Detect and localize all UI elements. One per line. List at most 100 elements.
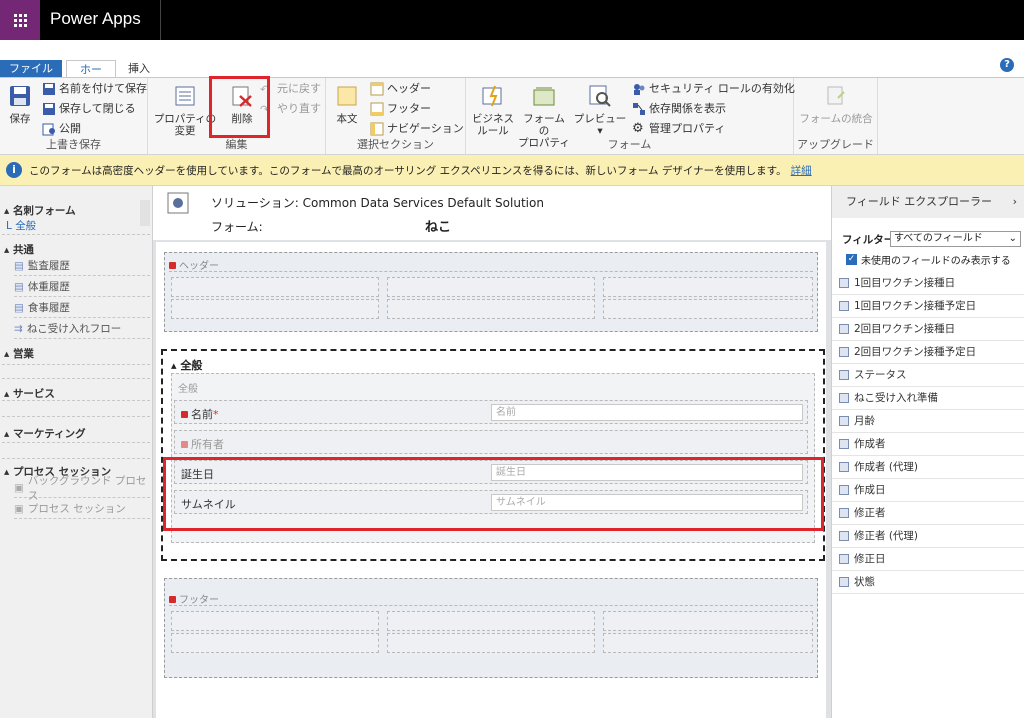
field-list-item[interactable]: ねこ受け入れ準備	[832, 387, 1024, 410]
nav-item-general[interactable]: L 全般	[6, 218, 36, 233]
group-label-save: 上書き保存	[46, 138, 101, 151]
checkbox-label: 未使用のフィールドのみ表示する	[861, 256, 1011, 267]
info-details-link[interactable]: 詳細	[791, 163, 812, 178]
merge-forms-icon	[827, 86, 845, 105]
field-list-item[interactable]: 月齢	[832, 410, 1024, 433]
preview-button[interactable]: プレビュー ▾	[572, 84, 628, 137]
header-button[interactable]: ヘッダー	[370, 81, 431, 97]
field-name-label: 名前	[191, 408, 213, 421]
field-list-item[interactable]: 作成日	[832, 479, 1024, 502]
chevron-right-icon[interactable]: ›	[1013, 186, 1017, 218]
managed-properties-button[interactable]: ⚙ 管理プロパティ	[632, 121, 725, 137]
footer-cell[interactable]	[603, 611, 813, 631]
nav-item-background-process[interactable]: ▣ バックグラウンド プロセス	[14, 475, 150, 502]
name-input[interactable]: 名前	[491, 404, 803, 421]
footer-cell[interactable]	[603, 633, 813, 653]
nav-item-meal-history[interactable]: ▤ 食事履歴	[14, 298, 150, 318]
preview-icon	[589, 85, 611, 107]
save-as-button[interactable]: 名前を付けて保存	[42, 81, 147, 97]
publish-icon	[42, 123, 55, 136]
app-title[interactable]: Power Apps	[50, 9, 141, 29]
nav-section-common[interactable]: ▴ 共通	[4, 242, 154, 257]
header-section[interactable]: ヘッダー	[164, 252, 818, 332]
filter-select[interactable]: すべてのフィールド ⌄	[890, 231, 1021, 247]
field-list-item[interactable]: 2回目ワクチン接種日	[832, 318, 1024, 341]
business-rule-button[interactable]: ビジネス ルール	[472, 84, 514, 137]
checkbox-checked-icon[interactable]: ✓	[846, 254, 857, 265]
header-cell[interactable]	[171, 277, 379, 297]
field-name[interactable]: 名前* 名前	[174, 400, 808, 424]
publish-button[interactable]: 公開	[42, 121, 81, 137]
field-list-item[interactable]: 作成者	[832, 433, 1024, 456]
navigation-button[interactable]: ナビゲーション	[370, 121, 464, 137]
ribbon: 保存 名前を付けて保存 保存して閉じる 公開 上書き保存 プロパティの 変更 削…	[0, 77, 1024, 155]
marketing-label: マーケティング	[12, 428, 86, 440]
help-icon[interactable]: ?	[1000, 58, 1014, 72]
header-cell[interactable]	[387, 299, 595, 319]
tab-file[interactable]: ファイル	[0, 60, 62, 78]
header-cell[interactable]	[171, 299, 379, 319]
field-list-item[interactable]: 1回目ワクチン接種予定日	[832, 295, 1024, 318]
merge-forms-button[interactable]: フォームの統合	[798, 84, 874, 125]
tab-home[interactable]: ホーム	[66, 60, 116, 94]
nav-section-marketing[interactable]: ▴ マーケティング	[4, 426, 154, 441]
divider	[169, 271, 813, 272]
field-list-item[interactable]: 修正者 (代理)	[832, 525, 1024, 548]
managed-properties-label: 管理プロパティ	[649, 122, 726, 135]
process-icon: ▣	[14, 502, 24, 515]
info-icon: i	[6, 162, 22, 178]
preview-label: プレビュー	[573, 113, 627, 125]
field-list-item-label: ねこ受け入れ準備	[854, 392, 938, 404]
body-button[interactable]: 本文	[332, 84, 362, 125]
nav-section-service[interactable]: ▴ サービス	[4, 386, 154, 401]
dependencies-button[interactable]: 依存関係を表示	[632, 101, 726, 117]
field-explorer-header: フィールド エクスプローラー ›	[832, 186, 1024, 218]
field-list-item[interactable]: 2回目ワクチン接種予定日	[832, 341, 1024, 364]
footer-cell[interactable]	[387, 633, 595, 653]
footer-icon	[370, 102, 384, 116]
footer-section[interactable]: フッター	[164, 578, 818, 678]
nav-item-label: バックグラウンド プロセス	[27, 474, 147, 502]
field-list-item-label: 1回目ワクチン接種予定日	[854, 300, 977, 312]
lock-icon	[169, 596, 176, 603]
nav-item-weight-history[interactable]: ▤ 体重履歴	[14, 277, 150, 297]
field-list-item-label: 2回目ワクチン接種予定日	[854, 346, 977, 358]
footer-cell[interactable]	[387, 611, 595, 631]
header-cell[interactable]	[387, 277, 595, 297]
footer-label: フッター	[387, 102, 431, 115]
field-list-item[interactable]: 1回目ワクチン接種日	[832, 272, 1024, 295]
divider	[160, 0, 161, 40]
field-list-item[interactable]: 状態	[832, 571, 1024, 594]
divider	[2, 442, 150, 443]
footer-cell[interactable]	[171, 633, 379, 653]
ribbon-group-select: 本文 ヘッダー フッター ナビゲーション 選択セクション	[326, 78, 466, 154]
field-icon	[839, 393, 849, 403]
header-icon	[370, 82, 384, 96]
app-launcher-button[interactable]	[0, 0, 40, 40]
field-list-item[interactable]: ステータス	[832, 364, 1024, 387]
save-button[interactable]: 保存	[4, 84, 36, 125]
unused-fields-checkbox-row[interactable]: ✓ 未使用のフィールドのみ表示する	[846, 252, 1011, 267]
field-icon	[839, 531, 849, 541]
field-list-item[interactable]: 修正日	[832, 548, 1024, 571]
save-close-button[interactable]: 保存して閉じる	[42, 101, 136, 117]
header-cell[interactable]	[603, 277, 813, 297]
field-owner[interactable]: 所有者	[174, 430, 808, 454]
nav-item-audit-history[interactable]: ▤ 監査履歴	[14, 256, 150, 276]
footer-button[interactable]: フッター	[370, 101, 431, 117]
footer-cell[interactable]	[171, 611, 379, 631]
nav-section-sales[interactable]: ▴ 営業	[4, 346, 154, 361]
field-list-item[interactable]: 作成者 (代理)	[832, 456, 1024, 479]
tab-insert[interactable]: 挿入	[120, 60, 158, 78]
flow-icon: ⇉	[14, 322, 23, 335]
field-list-item[interactable]: 修正者	[832, 502, 1024, 525]
divider	[2, 400, 150, 401]
nav-item-process-session[interactable]: ▣ プロセス セッション	[14, 499, 150, 519]
field-icon	[839, 370, 849, 380]
nav-scrollbar[interactable]	[140, 200, 150, 226]
nav-item-cat-intake-flow[interactable]: ⇉ ねこ受け入れフロー	[14, 319, 150, 339]
security-roles-button[interactable]: セキュリティ ロールの有効化	[632, 81, 795, 97]
field-icon	[839, 347, 849, 357]
header-cell[interactable]	[603, 299, 813, 319]
save-label: 保存	[9, 113, 31, 125]
